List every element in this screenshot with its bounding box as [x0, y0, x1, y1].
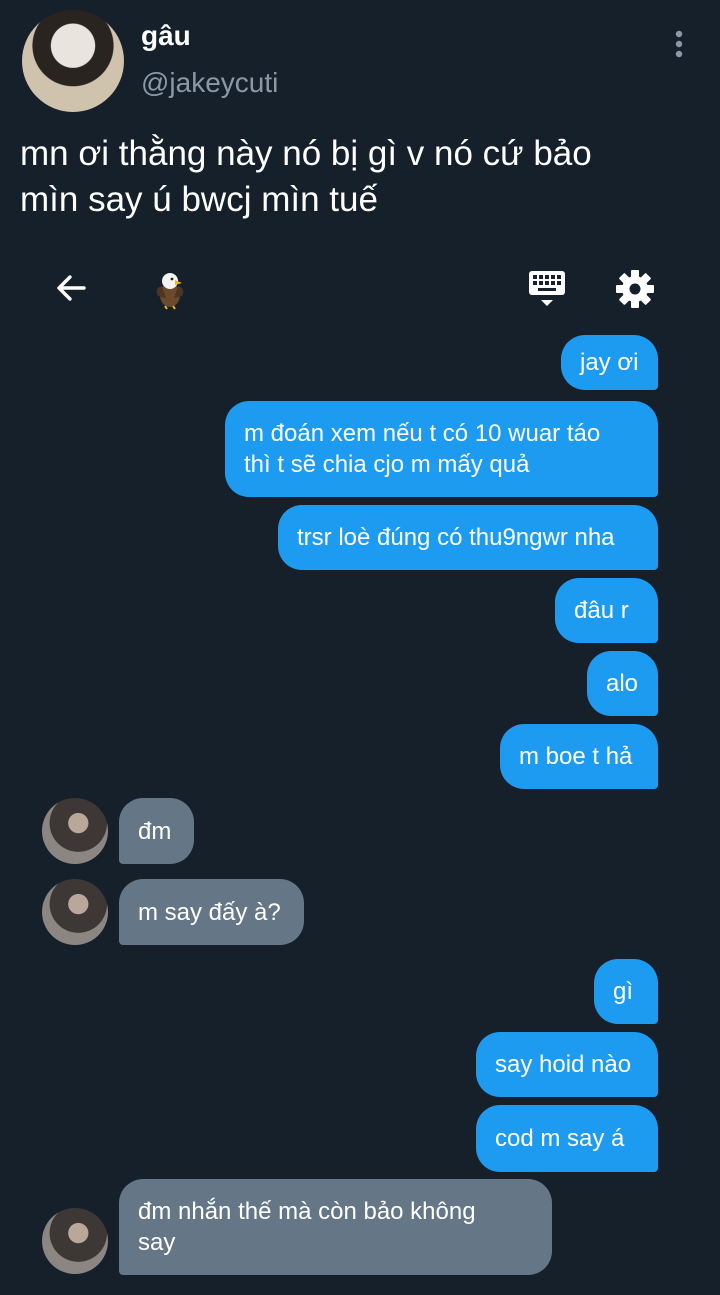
contact-avatar	[42, 1208, 108, 1274]
message-bubble-incoming: đm	[119, 798, 194, 864]
author-display-name[interactable]: gâu	[141, 20, 191, 52]
gear-icon	[612, 266, 658, 312]
author-avatar[interactable]	[22, 10, 124, 112]
message-bubble-outgoing: m boe t hả	[500, 724, 658, 789]
message-bubble-outgoing: trsr loè đúng có thu9ngwr nha	[278, 505, 658, 570]
message-bubble-incoming: m say đấy à?	[119, 879, 304, 945]
message-bubble-incoming: đm nhắn thế mà còn bảo không say	[119, 1179, 552, 1275]
message-bubble-outgoing: alo	[587, 651, 658, 716]
message-bubble-outgoing: cod m say á	[476, 1105, 658, 1172]
message-bubble-outgoing: đâu r	[555, 578, 658, 643]
back-arrow-icon	[50, 266, 94, 310]
message-bubble-outgoing: say hoid nào	[476, 1032, 658, 1097]
author-handle[interactable]: @jakeycuti	[141, 67, 278, 99]
eagle-emoji-icon	[150, 268, 192, 310]
keyboard-icon	[524, 266, 570, 312]
more-options-icon[interactable]	[664, 28, 694, 62]
tweet-text: mn ơi thằng này nó bị gì v nó cứ bảo mìn…	[20, 134, 592, 219]
contact-avatar	[42, 879, 108, 945]
message-bubble-outgoing: jay ơi	[561, 335, 658, 390]
message-bubble-outgoing: m đoán xem nếu t có 10 wuar táo thì t sẽ…	[225, 401, 658, 497]
contact-avatar	[42, 798, 108, 864]
message-bubble-outgoing: gì	[594, 959, 658, 1024]
